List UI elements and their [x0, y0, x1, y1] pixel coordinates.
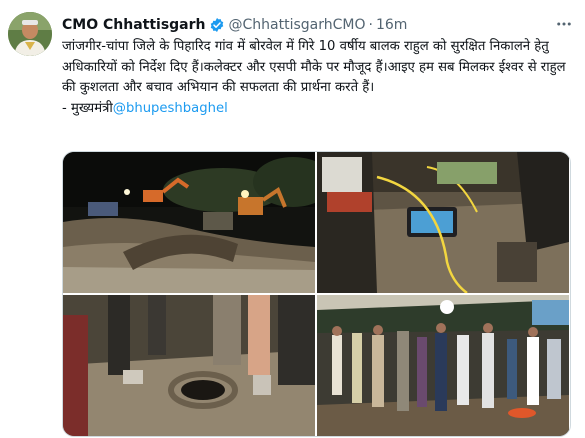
tweet-signature: - मुख्यमंत्री@bhupeshbaghel [62, 99, 572, 120]
tweet-body: जांजगीर-चांपा जिले के पिहारिद गांव में ब… [62, 37, 572, 119]
mention-link[interactable]: @bhupeshbaghel [113, 101, 228, 116]
media-photo-4[interactable] [317, 295, 569, 436]
media-photo-2[interactable] [317, 152, 569, 293]
more-options-icon[interactable] [553, 13, 575, 35]
media-grid [62, 151, 571, 437]
verified-badge-icon [209, 17, 225, 33]
author-name[interactable]: CMO Chhattisgarh [62, 17, 206, 33]
media-photo-3[interactable] [63, 295, 315, 436]
author-handle[interactable]: @ChhattisgarhCMO [229, 17, 366, 33]
separator-dot: · [368, 17, 373, 33]
tweet-header: CMO Chhattisgarh @ChhattisgarhCMO · 16m [62, 14, 571, 36]
tweet-timestamp[interactable]: 16m [376, 17, 407, 33]
signature-prefix: - मुख्यमंत्री [62, 100, 113, 116]
tweet-text: जांजगीर-चांपा जिले के पिहारिद गांव में ब… [62, 39, 566, 95]
author-avatar[interactable] [8, 12, 52, 56]
media-photo-1[interactable] [63, 152, 315, 293]
